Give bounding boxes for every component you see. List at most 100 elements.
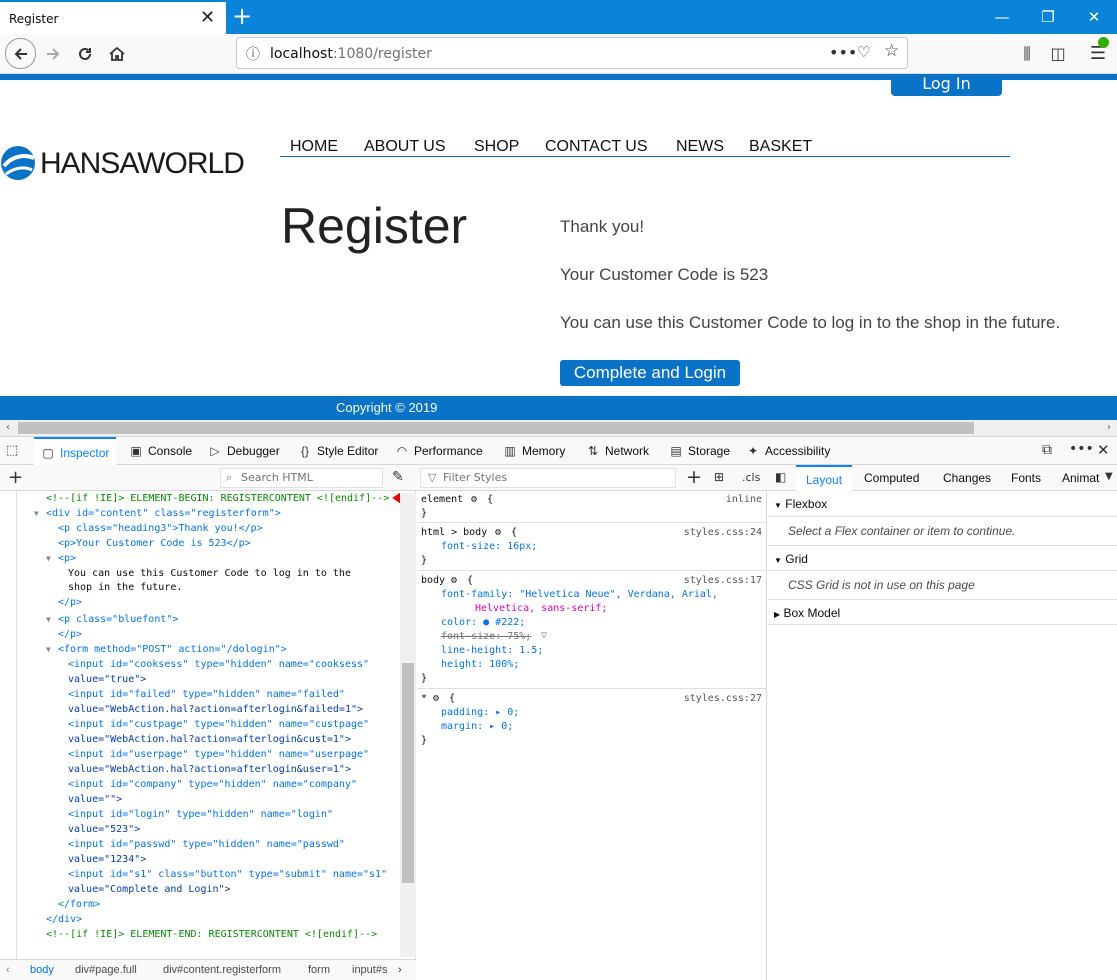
sidebar-icon[interactable]: ◫ (1043, 39, 1073, 69)
add-rule-icon[interactable]: + (686, 466, 702, 488)
rule-source[interactable]: inline (726, 493, 762, 507)
restore-button[interactable]: ❐ (1025, 4, 1071, 30)
bookmark-star-icon[interactable]: ☆ (884, 41, 899, 61)
expand-toggle-icon[interactable]: ▼ (34, 506, 39, 521)
close-devtools-icon[interactable]: ✕ (1097, 441, 1110, 459)
markup-line[interactable]: <input id="failed" type="hidden" name="f… (68, 687, 345, 702)
selector-highlight-icon[interactable]: ⚙ (433, 692, 439, 706)
declaration[interactable]: line-height: 1.5; (441, 644, 543, 658)
markup-line[interactable]: <p class="heading3">Thank you!</p> (58, 521, 263, 536)
markup-line[interactable]: </p> (58, 627, 82, 642)
sidetab-computed[interactable]: Computed (864, 465, 919, 491)
reload-button[interactable] (70, 39, 100, 69)
markup-line[interactable]: <input id="userpage" type="hidden" name=… (68, 747, 369, 762)
markup-line[interactable]: value="WebAction.hal?action=afterlogin&c… (68, 732, 351, 747)
tab-storage[interactable]: ▤ Storage (668, 437, 730, 465)
markup-line[interactable]: value="1234"> (68, 852, 146, 867)
rule-body[interactable]: body ⚙ { styles.css:17 font-family: "Hel… (417, 572, 766, 689)
rule-source[interactable]: styles.css:27 (684, 692, 762, 706)
pick-element-icon[interactable]: ⬚ (6, 443, 18, 458)
sidetab-layout[interactable]: Layout (796, 465, 853, 491)
flexbox-section-header[interactable]: ▼ Flexbox (768, 491, 1117, 517)
breadcrumb-item[interactable]: form (308, 960, 330, 980)
markup-line[interactable]: value="Complete and Login"> (68, 882, 231, 897)
markup-line[interactable]: <input id="passwd" type="hidden" name="p… (68, 837, 345, 852)
declaration-overridden[interactable]: font-size: 75%; (441, 630, 531, 644)
back-button[interactable] (5, 38, 36, 69)
site-info-icon[interactable]: ⓘ (246, 44, 260, 64)
breadcrumb-item[interactable]: body (30, 960, 54, 980)
markup-line[interactable]: <input id="company" type="hidden" name="… (68, 777, 357, 792)
toggle-sidebar-icon[interactable]: ◧ (775, 470, 786, 484)
menu-item-news[interactable]: NEWS (676, 138, 724, 156)
declaration[interactable]: margin: ▸ 0; (441, 720, 513, 734)
add-node-icon[interactable]: + (8, 467, 23, 488)
home-button[interactable] (102, 39, 132, 69)
tab-console[interactable]: ▣ Console (128, 437, 192, 465)
more-options-icon[interactable]: ••• (1069, 441, 1094, 457)
complete-and-login-button[interactable]: Complete and Login (560, 360, 740, 386)
markup-line[interactable]: <div id="content" class="registerform"> (46, 506, 281, 521)
declaration[interactable]: font-family: "Helvetica Neue", Verdana, … (441, 588, 718, 602)
markup-line[interactable]: <form method="POST" action="/dologin"> (58, 642, 287, 657)
markup-line[interactable]: value="WebAction.hal?action=afterlogin&u… (68, 762, 351, 777)
toggle-pseudo-class-icon[interactable]: ⊞ (714, 470, 724, 484)
menu-item-shop[interactable]: SHOP (474, 138, 519, 156)
markup-line[interactable]: </p> (58, 595, 82, 610)
markup-view[interactable]: <!--[if !IE]> ELEMENT-BEGIN: REGISTERCON… (0, 491, 416, 961)
declaration[interactable]: font-size: 16px; (441, 540, 537, 554)
markup-line[interactable]: <input id="login" type="hidden" name="lo… (68, 807, 333, 822)
markup-line[interactable]: </form> (58, 897, 100, 912)
menu-item-about-us[interactable]: ABOUT US (364, 138, 446, 156)
sidetab-fonts[interactable]: Fonts (1011, 465, 1041, 491)
forward-button[interactable] (38, 39, 68, 69)
declaration-continued[interactable]: Helvetica, sans-serif; (475, 602, 607, 616)
scroll-left-icon[interactable]: ‹ (0, 420, 16, 436)
markup-vertical-scrollbar[interactable] (400, 493, 416, 957)
rule-element[interactable]: element ⚙ { inline } (417, 491, 766, 523)
cls-button[interactable]: .cls (742, 471, 760, 484)
dock-icon[interactable]: ⧉ (1042, 442, 1052, 458)
menu-item-contact-us[interactable]: CONTACT US (545, 138, 648, 156)
close-window-button[interactable]: ✕ (1071, 4, 1117, 30)
markup-line[interactable]: <input id="cooksess" type="hidden" name=… (68, 657, 369, 672)
page-actions-icon[interactable]: ••• (829, 43, 857, 62)
search-html-input[interactable]: ⌕ Search HTML (220, 468, 383, 488)
selector-highlight-icon[interactable]: ⚙ (471, 493, 477, 507)
expand-toggle-icon[interactable]: ▼ (46, 612, 51, 627)
markup-line[interactable]: <input id="custpage" type="hidden" name=… (68, 717, 369, 732)
horizontal-scrollbar[interactable]: ‹ › (0, 420, 1117, 436)
filter-styles-input[interactable]: ▽ Filter Styles (420, 468, 676, 488)
rule-source[interactable]: styles.css:24 (684, 526, 762, 540)
pocket-icon[interactable]: ♡ (857, 43, 870, 61)
address-bar[interactable]: ⓘ localhost:1080/register ••• ♡ ☆ (236, 37, 908, 69)
tab-performance[interactable]: ◠ Performance (394, 437, 483, 465)
declaration[interactable]: color: ● #222; (441, 616, 525, 630)
tab-debugger[interactable]: ▷ Debugger (207, 437, 279, 465)
horizontal-scroll-thumb[interactable] (18, 422, 974, 434)
selector-highlight-icon[interactable]: ⚙ (495, 526, 501, 540)
grid-section-header[interactable]: ▼ Grid (768, 545, 1117, 571)
breadcrumb-scroll-right-icon[interactable]: › (398, 960, 402, 980)
tab-memory[interactable]: ▥ Memory (502, 437, 565, 465)
markup-line[interactable]: value="523"> (68, 822, 140, 837)
tab-inspector[interactable]: ▢ Inspector (34, 437, 117, 465)
declaration[interactable]: height: 100%; (441, 658, 519, 672)
markup-line[interactable]: value="WebAction.hal?action=afterlogin&f… (68, 702, 363, 717)
expand-toggle-icon[interactable]: ▼ (46, 642, 51, 657)
breadcrumb-scroll-left-icon[interactable]: ‹ (6, 960, 10, 980)
more-tabs-icon[interactable]: ▼ (1105, 471, 1113, 482)
breadcrumb-item[interactable]: div#content.registerform (163, 960, 281, 980)
eyedropper-icon[interactable]: ✎ (392, 469, 404, 485)
browser-tab[interactable]: Register ✕ (0, 0, 226, 34)
menu-item-basket[interactable]: BASKET (749, 138, 812, 156)
new-tab-button[interactable]: + (232, 3, 252, 29)
markup-line[interactable]: <p class="bluefont"> (58, 612, 178, 627)
sidetab-changes[interactable]: Changes (943, 465, 991, 491)
rule-universal[interactable]: * ⚙ { styles.css:27 padding: ▸ 0; margin… (417, 690, 766, 752)
tab-network[interactable]: ⇅ Network (585, 437, 649, 465)
markup-line[interactable]: <p>Your Customer Code is 523</p> (58, 536, 251, 551)
library-icon[interactable]: ⫼ (1012, 39, 1042, 69)
filter-overridden-icon[interactable]: ▽ (541, 629, 547, 643)
rule-source[interactable]: styles.css:17 (684, 574, 762, 588)
